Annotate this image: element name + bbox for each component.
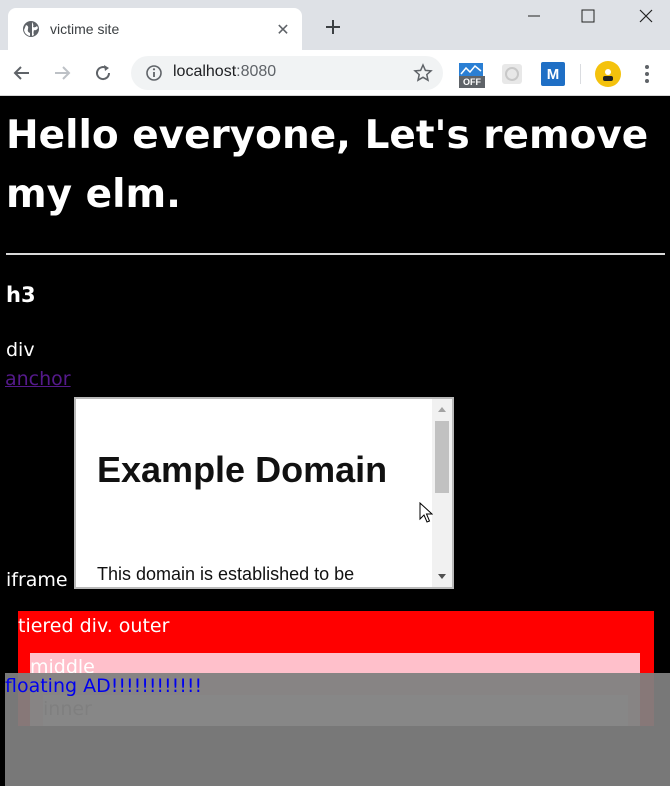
iframe-heading: Example Domain — [97, 449, 388, 490]
scroll-up-arrow-icon[interactable] — [432, 401, 452, 417]
url-port: :8080 — [236, 63, 277, 80]
iframe-label: iframe — [6, 569, 68, 591]
globe-icon — [23, 21, 39, 37]
anchor-link[interactable]: anchor — [5, 367, 71, 391]
tab-close-icon[interactable]: ✕ — [274, 20, 292, 39]
url-host: localhost — [173, 63, 237, 80]
floating-ad-text: floating AD!!!!!!!!!!!! — [5, 675, 203, 697]
bookmark-star-icon[interactable] — [413, 63, 433, 83]
iframe-scrollbar[interactable] — [432, 399, 452, 587]
extension-off-icon[interactable]: OFF — [459, 62, 485, 88]
user-icon — [603, 69, 613, 81]
tab-strip: victime site ✕ — [0, 0, 670, 50]
page-content: Hello everyone, Let's remove my elm. h3 … — [0, 96, 670, 786]
scroll-thumb[interactable] — [435, 421, 449, 493]
browser-toolbar: localhost:8080 OFF M — [0, 50, 670, 96]
page-heading: Hello everyone, Let's remove my elm. — [6, 113, 649, 217]
kebab-menu-icon[interactable] — [640, 62, 654, 86]
extension-ghost-icon[interactable] — [500, 62, 524, 86]
address-bar[interactable]: localhost:8080 — [131, 56, 443, 90]
embedded-iframe[interactable]: Example Domain This domain is establishe… — [74, 397, 454, 589]
arrow-left-icon — [13, 66, 29, 80]
extension-graph-icon — [459, 63, 483, 77]
iframe-paragraph: This domain is established to be — [97, 564, 355, 584]
maximize-window-icon[interactable] — [577, 6, 599, 26]
reload-button[interactable] — [91, 61, 115, 85]
minimize-window-icon[interactable] — [523, 6, 545, 26]
plus-icon — [326, 20, 340, 34]
new-tab-button[interactable] — [322, 16, 344, 38]
scroll-down-arrow-icon[interactable] — [432, 569, 452, 585]
toolbar-separator — [580, 64, 581, 84]
arrow-right-icon — [55, 66, 71, 80]
back-button[interactable] — [10, 61, 34, 85]
reload-icon — [96, 65, 111, 81]
extension-off-label: OFF — [459, 76, 485, 88]
tab-title: victime site — [50, 21, 120, 37]
profile-avatar[interactable] — [595, 61, 621, 87]
url-text[interactable]: localhost:8080 — [173, 63, 276, 81]
close-window-icon[interactable] — [635, 6, 657, 26]
extension-m-icon[interactable]: M — [541, 62, 565, 86]
floating-ad-overlay[interactable]: floating AD!!!!!!!!!!!! — [5, 673, 670, 786]
horizontal-rule — [6, 253, 665, 255]
browser-tab[interactable]: victime site ✕ — [8, 8, 302, 50]
forward-button[interactable] — [50, 61, 74, 85]
subheading-h3: h3 — [6, 283, 36, 307]
info-icon[interactable] — [145, 64, 163, 82]
tiered-outer-label: tiered div. outer — [18, 615, 170, 637]
mouse-cursor-icon — [419, 502, 433, 523]
div-text: div — [6, 339, 35, 361]
